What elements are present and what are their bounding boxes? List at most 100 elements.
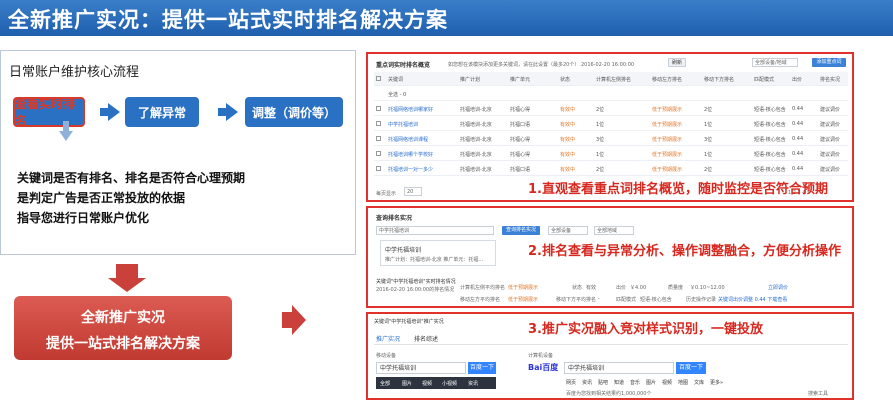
pc-search-input[interactable]: 中学托福培训 (564, 362, 674, 374)
pc-search-button[interactable]: 百度一下 (676, 362, 706, 374)
mobile-below-value: - (598, 296, 600, 302)
pc-nav-item[interactable]: 知道 (614, 379, 624, 386)
desc-line-2: 是判定广告是否正常投放的依据 (17, 191, 186, 205)
mobile-left-cell: 低于预期展示 (652, 137, 683, 143)
pc-nav-item[interactable]: 更多» (710, 379, 723, 386)
refresh-button[interactable]: 刷新 (668, 58, 686, 67)
action-cell[interactable]: 建议调价 (820, 121, 840, 128)
col-pc-rank: 计算机左侧排名 (596, 77, 632, 83)
ranking-headline: 关键词"中学托福培训"实时排名情况 (376, 279, 456, 285)
mobile-nav-item[interactable]: 小视频 (442, 380, 457, 387)
pc-nav-item[interactable]: 音乐 (630, 379, 640, 386)
page-size-select[interactable]: 20 (404, 187, 422, 196)
mobile-nav-item[interactable]: 全部 (380, 380, 390, 387)
tab-ranking-summary[interactable]: 排名综述 (414, 334, 438, 343)
desc-line-3: 指导您进行日常账户优化 (17, 211, 150, 225)
flow-title: 日常账户维护核心流程 (9, 65, 140, 80)
row-checkbox[interactable] (376, 151, 381, 156)
region-select[interactable]: 全部地域 (594, 226, 634, 235)
ranking-time: 2016-02-20 16:00:00的排名情况 (376, 287, 455, 293)
history-link[interactable]: 关键词出价调整 0.44 下载查看 (718, 296, 787, 303)
summary-box: 全新推广实况 提供一站式排名解决方案 (14, 296, 232, 360)
mobile-left-cell: 低于预期展示 (652, 107, 683, 113)
device-select[interactable]: 全部设备/地域 (752, 58, 798, 67)
bid-label: 出价 (616, 285, 627, 291)
pc-nav-item[interactable]: 资讯 (582, 379, 592, 386)
pc-nav-item[interactable]: 文库 (694, 379, 704, 386)
unit-cell: 托福心得 (510, 152, 531, 158)
overview-note: 如您想在该模块添加更多关键词，请在此设置（最多20个） 2016-02-20 1… (448, 62, 635, 68)
keyword-link[interactable]: 托福培训哪个学校好 (388, 151, 433, 158)
pc-nav-item[interactable]: 网页 (566, 379, 576, 386)
select-all-checkbox[interactable] (376, 76, 381, 81)
pc-nav-item[interactable]: 视频 (662, 379, 672, 386)
adjust-bid-link[interactable]: 立即调价 (768, 284, 788, 291)
baidu-logo: Bai百度 (528, 363, 559, 372)
plan-cell: 托福培训-北京 (460, 107, 492, 113)
match-value: 短语-核心包含 (640, 297, 672, 303)
step-adjust: 调整（调价等） (245, 97, 343, 127)
unit-cell: 托福口语 (510, 122, 531, 128)
mobile-nav-item[interactable]: 资讯 (468, 380, 478, 387)
history-label: 历史操作记录 (686, 297, 717, 303)
row-checkbox[interactable] (376, 121, 381, 126)
mobile-nav-item[interactable]: 图片 (402, 380, 412, 387)
keyword-link[interactable]: 托福培训一对一多少 (388, 166, 433, 173)
keyword-query-input[interactable]: 中学托福培训 (376, 226, 494, 235)
mobile-rank-value: 低于预期展示 (508, 297, 539, 303)
status-label: 状态 (572, 285, 583, 291)
bid-cell: 0.44 (792, 151, 804, 157)
match-cell: 短语-核心包含 (754, 137, 786, 143)
mobile-nav-item[interactable]: 视频 (422, 380, 432, 387)
callout-1: 1.直观查看重点词排名概览，随时监控是否符合预期 (528, 182, 828, 197)
flow-panel: 日常账户维护核心流程 查看实时排名 了解异常 调整（调价等） 关键词是否有排名、… (0, 50, 356, 255)
col-match: 匹配模式 (754, 77, 775, 83)
match-cell: 短语-核心包含 (754, 107, 786, 113)
mobile-below-cell: 1位 (704, 122, 713, 128)
suggest-title: 中学托福培训 (385, 247, 422, 254)
unit-cell: 托福心得 (510, 107, 531, 113)
quality-label: 质量度 (668, 285, 684, 291)
col-status: 状态 (560, 77, 571, 83)
pc-rank-cell: 1位 (596, 122, 605, 128)
preview-header: 关键词"中学托福培训"推广实况 (374, 319, 444, 325)
action-cell[interactable]: 建议调价 (820, 106, 840, 113)
action-cell[interactable]: 建议调价 (820, 151, 840, 158)
add-keyword-button[interactable]: 添加重点词 (812, 58, 846, 67)
pc-nav-item[interactable]: 地图 (678, 379, 688, 386)
mobile-nav: 全部 图片 视频 小视频 资讯 (376, 377, 496, 389)
keyword-link[interactable]: 托福网络培训课程 (388, 136, 428, 143)
mobile-search-input[interactable]: 中学托福培训 (376, 362, 466, 374)
row-checkbox[interactable] (376, 106, 381, 111)
mobile-below-cell: 3位 (704, 137, 713, 143)
query-button[interactable]: 查询排名实况 (502, 226, 540, 235)
keyword-link[interactable]: 托福网络培训哪家好 (388, 106, 433, 113)
pc-rank-cell: 3位 (596, 137, 605, 143)
mobile-search-button[interactable]: 百度一下 (468, 362, 496, 374)
arrow-right-icon (282, 305, 306, 335)
tab-live[interactable]: 推广实况 (376, 334, 400, 343)
status-cell: 有效中 (560, 152, 576, 158)
device-select[interactable]: 全部设备 (548, 226, 588, 235)
callout-3: 3.推广实况融入竞对样式识别，一键投放 (528, 322, 763, 337)
col-mobile-left: 移动左方排名 (652, 77, 683, 83)
table-row: 中学托福培训 托福培训-北京 托福口语 有效中 1位 低于预期展示 1位 短语-… (374, 117, 848, 131)
row-checkbox[interactable] (376, 166, 381, 171)
col-plan: 推广计划 (460, 77, 481, 83)
match-cell: 短语-核心包含 (754, 167, 786, 173)
pc-rank-cell: 2位 (596, 107, 605, 113)
mobile-left-cell: 低于预期展示 (652, 167, 683, 173)
action-cell[interactable]: 建议调价 (820, 136, 840, 143)
pc-nav-item[interactable]: 图片 (646, 379, 656, 386)
action-cell[interactable]: 建议调价 (820, 166, 840, 173)
search-tool[interactable]: 搜索工具 (808, 390, 828, 397)
mobile-below-cell: 1位 (704, 152, 713, 158)
status-cell: 有效中 (560, 137, 576, 143)
status-cell: 有效中 (560, 167, 576, 173)
plan-cell: 托福培训-北京 (460, 167, 492, 173)
table-row: 托福培训一对一多少 托福培训-北京 托福口语 有效中 2位 低于预期展示 2位 … (374, 162, 848, 176)
keyword-link[interactable]: 中学托福培训 (388, 121, 418, 128)
pc-nav-item[interactable]: 贴吧 (598, 379, 608, 386)
suggest-box[interactable]: 中学托福培训 推广计划：托福培训-北京 推广单元：托福... (380, 240, 496, 266)
row-checkbox[interactable] (376, 136, 381, 141)
